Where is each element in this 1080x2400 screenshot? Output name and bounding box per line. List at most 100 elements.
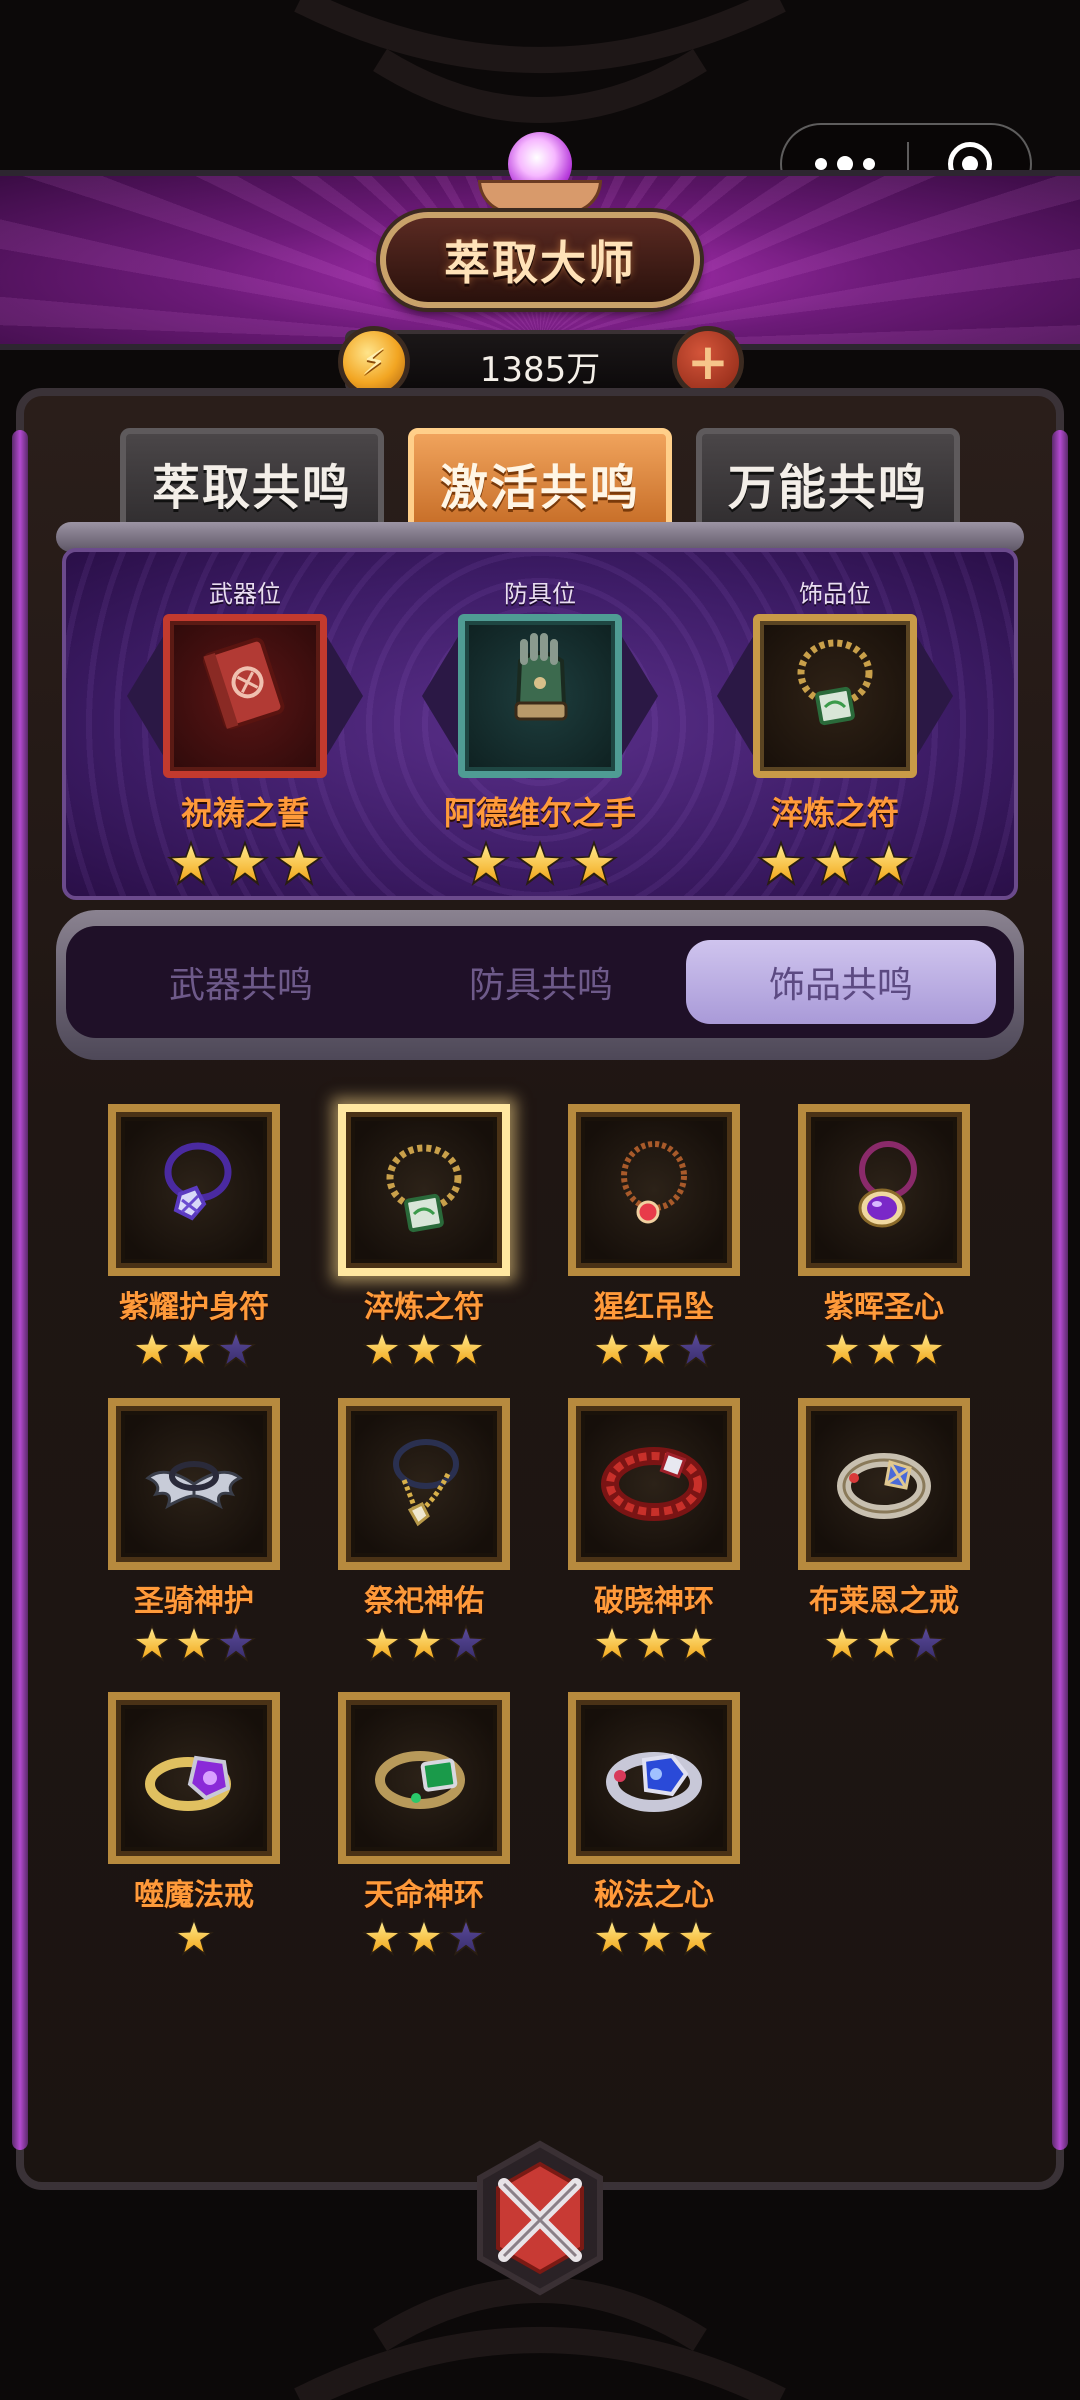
item-card[interactable]: 天命神环 <box>324 1692 524 1956</box>
star-icon <box>462 840 510 886</box>
star-icon <box>822 1624 862 1662</box>
star-icon <box>676 1918 716 1956</box>
item-name: 天命神环 <box>364 1878 484 1913</box>
star-icon <box>174 1918 214 1956</box>
star-rating <box>324 1918 524 1956</box>
item-name: 秘法之心 <box>594 1878 714 1913</box>
crossed-swords-emblem-icon[interactable] <box>470 2138 610 2298</box>
item-frame <box>338 1692 510 1864</box>
item-name: 祭祀神佑 <box>364 1584 484 1619</box>
item-frame <box>568 1104 740 1276</box>
item-frame <box>798 1104 970 1276</box>
sapphire-ring-icon <box>606 1752 702 1812</box>
slot-label: 防具位 <box>504 580 576 608</box>
star-rating <box>554 1330 754 1368</box>
item-card[interactable]: 猩红吊坠 <box>554 1104 754 1368</box>
item-name: 淬炼之符 <box>364 1290 484 1325</box>
slot-label: 饰品位 <box>799 580 871 608</box>
item-card[interactable]: 秘法之心 <box>554 1692 754 1956</box>
empty-star-icon <box>216 1330 256 1368</box>
page-title: 萃取大师 <box>444 236 636 290</box>
item-frame <box>798 1398 970 1570</box>
star-rating <box>784 1624 984 1662</box>
tab-armor-resonance[interactable]: 防具共鸣 <box>386 940 696 1024</box>
item-card[interactable]: 圣骑神护 <box>94 1398 294 1662</box>
equip-box <box>163 614 327 778</box>
star-rating <box>554 1624 754 1662</box>
slot-frame <box>422 608 658 784</box>
star-icon <box>362 1330 402 1368</box>
star-icon <box>404 1624 444 1662</box>
star-rating <box>120 840 370 886</box>
star-icon <box>174 1330 214 1368</box>
item-card[interactable]: 破晓神环 <box>554 1398 754 1662</box>
equip-slot-weapon[interactable]: 武器位 祝祷之誓 <box>120 574 370 886</box>
item-frame <box>338 1104 510 1276</box>
equip-name: 祝祷之誓 <box>180 794 309 832</box>
item-name: 紫耀护身符 <box>119 1290 269 1325</box>
empty-star-icon <box>216 1624 256 1662</box>
item-card[interactable]: 淬炼之符 <box>324 1104 524 1368</box>
star-rating <box>94 1330 294 1368</box>
star-icon <box>275 840 323 886</box>
star-icon <box>865 840 913 886</box>
amethyst-ring-icon <box>145 1755 231 1811</box>
star-icon <box>634 1918 674 1956</box>
right-rail <box>1052 430 1068 2150</box>
item-card[interactable]: 噬魔法戒 <box>94 1692 294 1956</box>
silver-ring-icon <box>837 1453 931 1519</box>
plus-icon: + <box>687 333 729 391</box>
item-frame <box>338 1398 510 1570</box>
item-name: 破晓神环 <box>594 1584 714 1619</box>
star-rating <box>324 1330 524 1368</box>
gauntlet-icon <box>514 633 568 721</box>
star-icon <box>811 840 859 886</box>
star-rating <box>94 1918 294 1956</box>
item-name: 布莱恩之戒 <box>809 1584 959 1619</box>
equip-box <box>458 614 622 778</box>
title-plate: 萃取大师 <box>380 212 700 308</box>
item-frame <box>568 1398 740 1570</box>
tab-accessory-resonance[interactable]: 饰品共鸣 <box>686 940 996 1024</box>
star-icon <box>906 1330 946 1368</box>
item-name: 紫晖圣心 <box>824 1290 944 1325</box>
equip-name: 淬炼之符 <box>770 794 899 832</box>
item-card[interactable]: 布莱恩之戒 <box>784 1398 984 1662</box>
item-name: 圣骑神护 <box>134 1584 254 1619</box>
winged-collar-icon <box>145 1461 243 1510</box>
emerald-ring-icon <box>375 1751 465 1809</box>
bead-necklace-icon <box>797 639 873 726</box>
star-icon <box>404 1330 444 1368</box>
star-icon <box>757 840 805 886</box>
tab-weapon-resonance[interactable]: 武器共鸣 <box>86 940 396 1024</box>
purple-amulet-icon <box>164 1142 232 1221</box>
equip-slot-armor[interactable]: 防具位 阿德维尔之手 <box>415 574 665 886</box>
gold-chain-icon <box>393 1439 459 1527</box>
star-icon <box>132 1624 172 1662</box>
item-card[interactable]: 紫耀护身符 <box>94 1104 294 1368</box>
star-icon <box>362 1918 402 1956</box>
equip-slot-accessory[interactable]: 饰品位 淬炼之符 <box>710 574 960 886</box>
star-icon <box>404 1918 444 1956</box>
star-icon <box>676 1624 716 1662</box>
star-rating <box>415 840 665 886</box>
empty-star-icon <box>906 1624 946 1662</box>
hand-icon <box>478 180 602 214</box>
sub-tab-track: 武器共鸣 防具共鸣 饰品共鸣 <box>66 926 1014 1038</box>
red-book-icon <box>203 637 285 730</box>
star-icon <box>634 1624 674 1662</box>
star-icon <box>592 1330 632 1368</box>
star-rating <box>94 1624 294 1662</box>
star-icon <box>446 1330 486 1368</box>
star-icon <box>634 1330 674 1368</box>
empty-star-icon <box>676 1330 716 1368</box>
star-icon <box>132 1330 172 1368</box>
slot-frame <box>717 608 953 784</box>
item-frame <box>108 1398 280 1570</box>
star-icon <box>167 840 215 886</box>
star-icon <box>516 840 564 886</box>
bead-necklace-icon <box>386 1144 462 1233</box>
item-card[interactable]: 祭祀神佑 <box>324 1398 524 1662</box>
red-bracelet-icon <box>601 1447 707 1521</box>
item-card[interactable]: 紫晖圣心 <box>784 1104 984 1368</box>
